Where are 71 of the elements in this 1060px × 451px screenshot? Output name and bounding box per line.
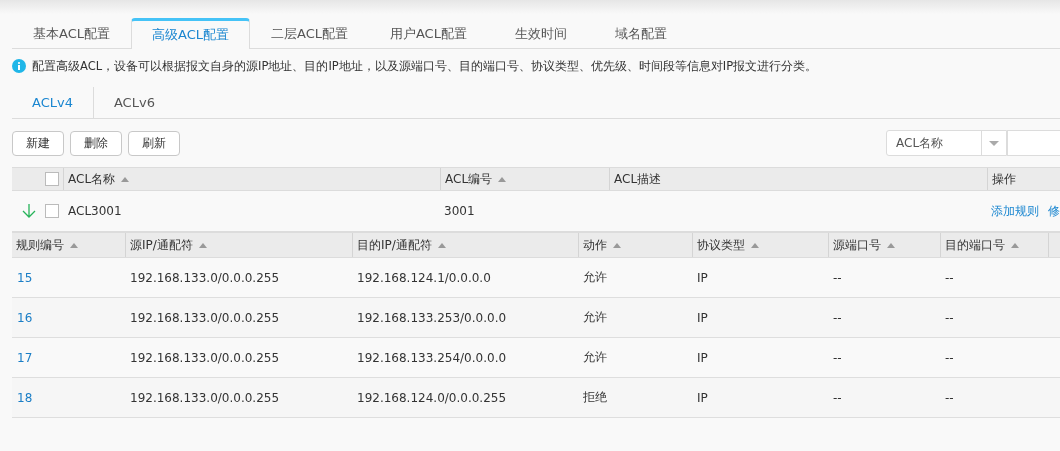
sort-icon[interactable]: [1011, 242, 1019, 248]
info-text: 配置高级ACL，设备可以根据报文自身的源IP地址、目的IP地址，以及源端口号、目的端口号、协议类型、优先级、时间段等信息对IP报文进行分类。: [32, 58, 818, 74]
tab[interactable]: 高级ACL配置: [131, 18, 250, 49]
table-cell: 15: [17, 270, 33, 285]
subtab[interactable]: ACLv4: [12, 87, 94, 118]
table-cell: 192.168.124.0/0.0.0.255: [357, 390, 507, 405]
table-cell: --: [945, 310, 954, 325]
search-type-dropdown[interactable]: ACL名称: [886, 130, 1007, 156]
table-cell: IP: [697, 310, 708, 325]
column-header[interactable]: ACL编号: [445, 170, 493, 188]
column-header[interactable]: 操作: [992, 170, 1016, 188]
table-cell: 16: [17, 310, 33, 325]
column-header[interactable]: 源端口号: [833, 236, 881, 254]
action-link[interactable]: 修: [1048, 202, 1060, 220]
table-cell: --: [945, 270, 954, 285]
table-cell: IP: [697, 350, 708, 365]
table-cell: 192.168.133.253/0.0.0.0: [357, 310, 507, 325]
tab[interactable]: 域名配置: [593, 18, 688, 49]
column-header[interactable]: ACL描述: [614, 170, 662, 188]
table-cell: 允许: [583, 349, 607, 366]
table-cell: 192.168.133.0/0.0.0.255: [130, 350, 280, 365]
table-cell: 18: [17, 390, 33, 405]
table-cell: --: [833, 270, 842, 285]
column-header[interactable]: 规则编号: [16, 236, 64, 254]
table-cell: 192.168.133.0/0.0.0.255: [130, 310, 280, 325]
table-cell: IP: [697, 270, 708, 285]
table-cell: 允许: [583, 269, 607, 286]
table-cell: IP: [697, 390, 708, 405]
table-cell: --: [833, 310, 842, 325]
toolbar-button[interactable]: 新建: [12, 130, 64, 156]
column-header[interactable]: 目的IP/通配符: [357, 236, 432, 254]
sort-icon[interactable]: [613, 242, 621, 248]
action-link[interactable]: 添加规则: [991, 202, 1039, 220]
toolbar-button[interactable]: 刷新: [128, 130, 180, 156]
sort-icon[interactable]: [198, 242, 207, 248]
sort-icon[interactable]: [751, 242, 759, 248]
caret-icon: [989, 140, 999, 146]
search-field[interactable]: [1007, 130, 1060, 156]
info-icon: [12, 59, 26, 73]
table-cell: 192.168.124.1/0.0.0.0: [357, 270, 491, 285]
table-cell: --: [833, 390, 842, 405]
table-cell: 3001: [444, 204, 475, 218]
column-header[interactable]: 动作: [583, 236, 607, 254]
column-header[interactable]: 源IP/通配符: [130, 236, 193, 254]
row-checkbox[interactable]: [45, 204, 59, 218]
sort-icon[interactable]: [887, 242, 895, 248]
expand-arrow-icon[interactable]: [20, 203, 37, 219]
sort-icon[interactable]: [121, 176, 130, 182]
sort-icon[interactable]: [498, 176, 507, 182]
select-all-checkbox[interactable]: [45, 172, 59, 186]
table-cell: 拒绝: [583, 389, 607, 406]
column-header[interactable]: 协议类型: [697, 236, 745, 254]
table-cell: 17: [17, 350, 33, 365]
sort-icon[interactable]: [437, 242, 446, 248]
table-cell: 192.168.133.254/0.0.0.0: [357, 350, 507, 365]
table-cell: ACL3001: [68, 204, 122, 218]
table-cell: 允许: [583, 309, 607, 326]
table-cell: --: [945, 390, 954, 405]
tab[interactable]: 二层ACL配置: [249, 18, 369, 49]
sort-icon[interactable]: [70, 242, 78, 248]
tab[interactable]: 生效时间: [487, 18, 594, 49]
column-header[interactable]: 目的端口号: [945, 236, 1005, 254]
tab[interactable]: 用户ACL配置: [368, 18, 488, 49]
column-header[interactable]: ACL名称: [68, 170, 116, 188]
table-cell: --: [833, 350, 842, 365]
tab[interactable]: 基本ACL配置: [12, 18, 131, 49]
toolbar-button[interactable]: 删除: [70, 130, 122, 156]
table-cell: --: [945, 350, 954, 365]
table-cell: 192.168.133.0/0.0.0.255: [130, 390, 280, 405]
table-cell: 192.168.133.0/0.0.0.255: [130, 270, 280, 285]
subtab[interactable]: ACLv6: [93, 87, 175, 118]
